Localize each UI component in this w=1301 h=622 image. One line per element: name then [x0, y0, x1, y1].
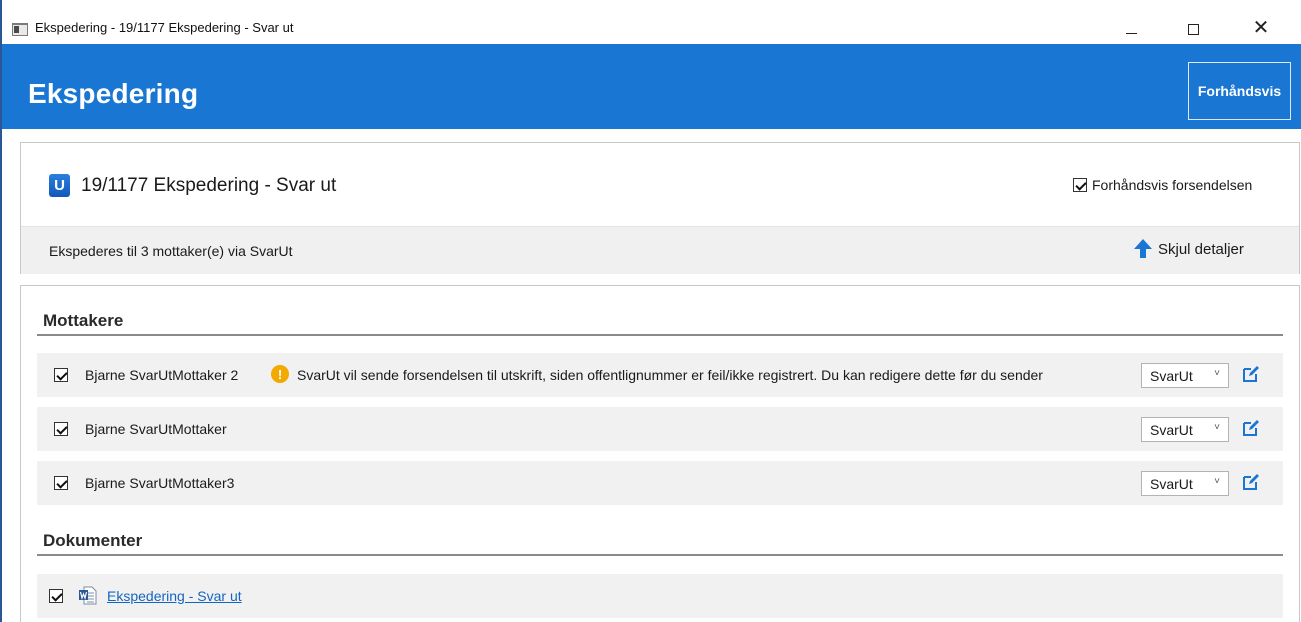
title-bar: Ekspedering - 19/1177 Ekspedering - Svar… — [2, 0, 1301, 44]
chevron-down-icon: ˅ — [1214, 422, 1220, 433]
edit-icon[interactable] — [1241, 418, 1261, 438]
warning-icon: ! — [271, 365, 289, 383]
recipient-checkbox[interactable] — [54, 476, 68, 490]
recipient-name: Bjarne SvarUtMottaker 2 — [85, 367, 239, 383]
recipient-row: Bjarne SvarUtMottaker3 SvarUt ˅ — [37, 461, 1283, 505]
recipient-name: Bjarne SvarUtMottaker3 — [85, 475, 235, 491]
page-title: Ekspedering — [28, 78, 199, 109]
recipient-warning-text: SvarUt vil sende forsendelsen til utskri… — [297, 367, 1043, 383]
hide-details-label: Skjul detaljer — [1158, 240, 1244, 258]
window-title: Ekspedering - 19/1177 Ekspedering - Svar… — [35, 20, 294, 35]
close-button[interactable]: ✕ — [1238, 10, 1284, 44]
app-header: Ekspedering Forhåndsvis — [2, 44, 1301, 129]
case-type-badge-icon: U — [49, 174, 70, 197]
arrow-up-icon — [1134, 239, 1152, 259]
close-icon: ✕ — [1252, 16, 1270, 39]
dispatch-summary-text: Ekspederes til 3 mottaker(e) via SvarUt — [49, 243, 293, 259]
chevron-down-icon: ˅ — [1214, 476, 1220, 487]
checkbox-icon[interactable] — [1073, 178, 1087, 192]
documents-heading: Dokumenter — [43, 531, 143, 550]
channel-select[interactable]: SvarUt ˅ — [1141, 417, 1229, 442]
minimize-button[interactable] — [1108, 10, 1154, 44]
recipient-checkbox[interactable] — [54, 422, 68, 436]
edit-icon[interactable] — [1241, 364, 1261, 384]
application-window: Ekspedering - 19/1177 Ekspedering - Svar… — [0, 0, 1301, 622]
maximize-button[interactable] — [1170, 10, 1216, 44]
recipient-row: Bjarne SvarUtMottaker SvarUt ˅ — [37, 407, 1283, 451]
case-title: 19/1177 Ekspedering - Svar ut — [81, 175, 337, 196]
word-document-icon — [79, 586, 97, 605]
case-info-card: U 19/1177 Ekspedering - Svar ut Forhånds… — [20, 142, 1300, 274]
recipient-name: Bjarne SvarUtMottaker — [85, 421, 227, 437]
preview-shipment-checkbox[interactable]: Forhåndsvis forsendelsen — [1073, 177, 1252, 193]
recipients-divider — [37, 334, 1283, 336]
hide-details-button[interactable]: Skjul detaljer — [1134, 239, 1244, 259]
channel-select[interactable]: SvarUt ˅ — [1141, 363, 1229, 388]
channel-select-value: SvarUt — [1150, 422, 1193, 438]
dispatch-details-panel: Mottakere Bjarne SvarUtMottaker 2 ! Svar… — [20, 285, 1300, 622]
channel-select-value: SvarUt — [1150, 368, 1193, 384]
maximize-icon — [1187, 23, 1199, 35]
recipients-heading: Mottakere — [43, 311, 124, 330]
document-row: Ekspedering - Svar ut — [37, 574, 1283, 618]
document-link[interactable]: Ekspedering - Svar ut — [107, 588, 242, 604]
documents-divider — [37, 554, 1283, 556]
recipient-checkbox[interactable] — [54, 368, 68, 382]
channel-select[interactable]: SvarUt ˅ — [1141, 471, 1229, 496]
app-icon — [12, 23, 28, 36]
preview-button[interactable]: Forhåndsvis — [1188, 62, 1291, 120]
document-checkbox[interactable] — [49, 589, 63, 603]
recipient-row: Bjarne SvarUtMottaker 2 ! SvarUt vil sen… — [37, 353, 1283, 397]
preview-shipment-label: Forhåndsvis forsendelsen — [1092, 177, 1253, 193]
edit-icon[interactable] — [1241, 472, 1261, 492]
dispatch-summary-bar: Ekspederes til 3 mottaker(e) via SvarUt … — [21, 226, 1299, 274]
minimize-icon — [1125, 32, 1137, 34]
chevron-down-icon: ˅ — [1214, 368, 1220, 379]
channel-select-value: SvarUt — [1150, 476, 1193, 492]
